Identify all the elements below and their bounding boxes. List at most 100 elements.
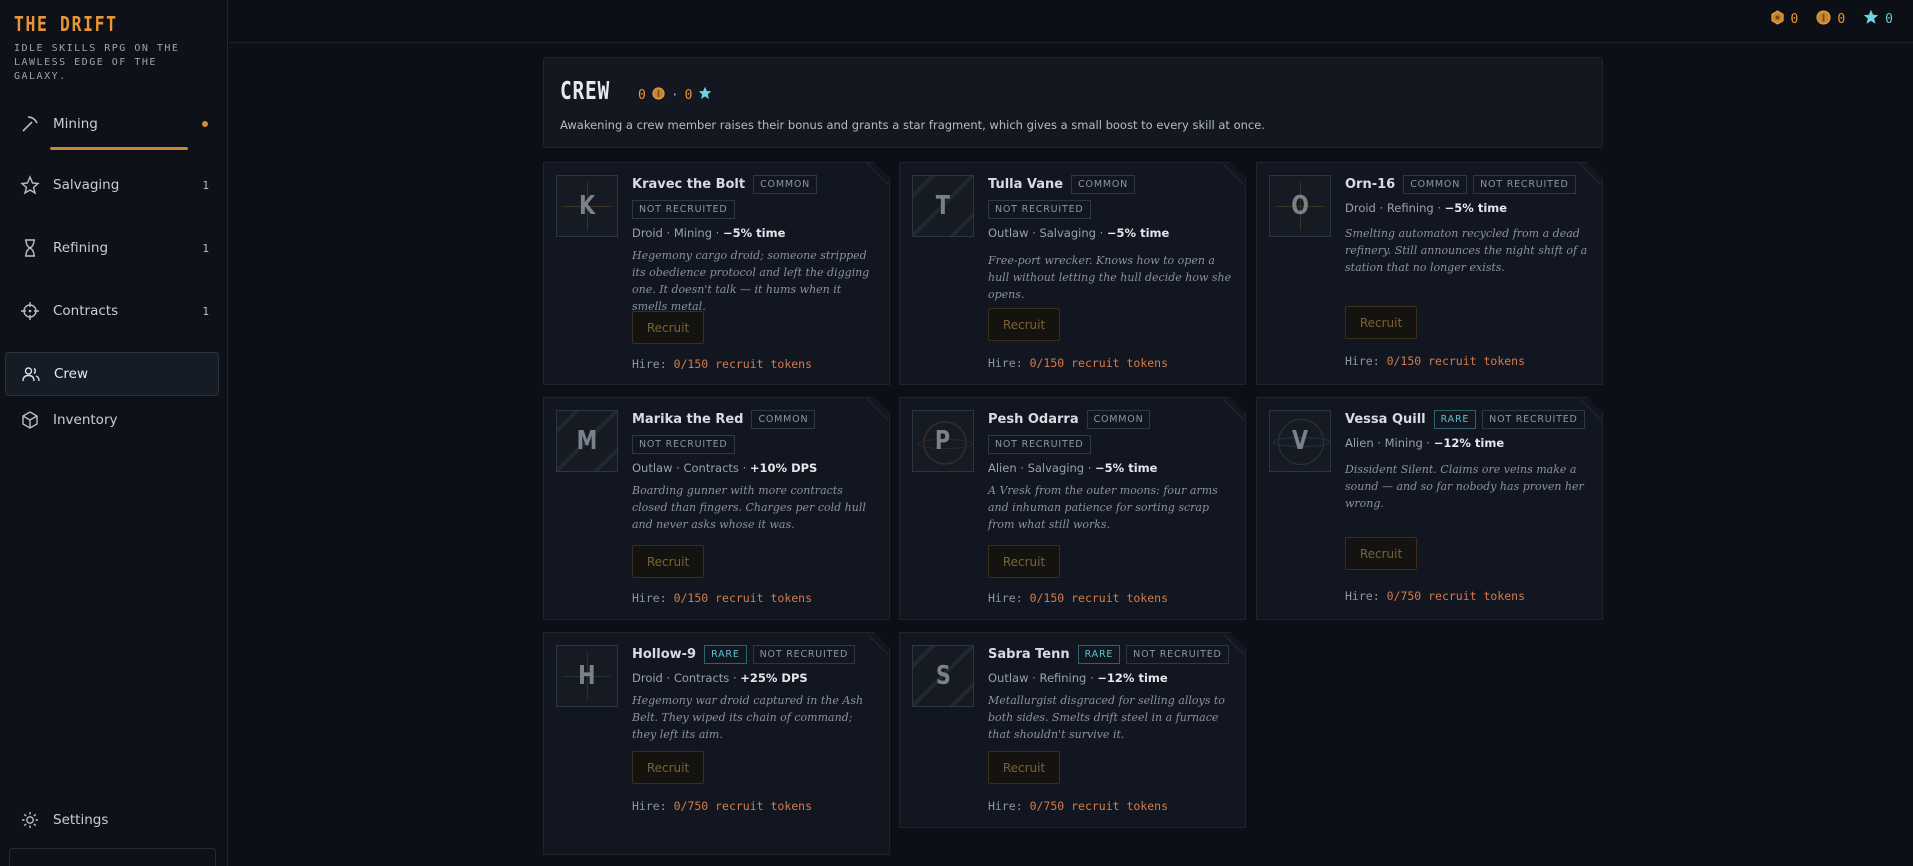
crosshair-icon (19, 300, 41, 322)
hire-cost: Hire: 0/750 recruit tokens (1345, 589, 1525, 603)
hire-value: 0/750 recruit tokens (673, 799, 813, 813)
status-badge: NOT RECRUITED (753, 645, 856, 664)
crew-card-sabra: S Sabra Tenn RARE NOT RECRUITED Outlaw ·… (899, 632, 1246, 828)
crew-description: Dissident Silent. Claims ore veins make … (1345, 463, 1584, 510)
hire-cost: Hire: 0/150 recruit tokens (632, 357, 812, 371)
rarity-badge: COMMON (753, 175, 817, 194)
crew-card-marika: M Marika the Red COMMON NOT RECRUITED Ou… (543, 397, 890, 620)
hire-label: Hire: (632, 591, 667, 605)
crew-role: Outlaw · Salvaging · (988, 226, 1107, 240)
crew-info: Hollow-9 RARE NOT RECRUITED Droid · Cont… (632, 645, 878, 743)
recruit-button[interactable]: Recruit (988, 545, 1060, 578)
crew-meta: Alien · Salvaging · −5% time (988, 461, 1234, 475)
crew-info: Marika the Red COMMON NOT RECRUITED Outl… (632, 410, 878, 533)
crew-meta: Droid · Refining · −5% time (1345, 201, 1591, 215)
crew-card-orn: O Orn-16 COMMON NOT RECRUITED Droid · Re… (1256, 162, 1603, 385)
hire-label: Hire: (988, 591, 1023, 605)
crew-bonus: −5% time (1106, 226, 1170, 240)
crew-name: Sabra Tenn (988, 647, 1070, 662)
crew-bonus: +10% DPS (749, 461, 818, 475)
crew-role: Alien · Mining · (1345, 436, 1434, 450)
crew-avatar: O (1269, 175, 1331, 237)
crew-bonus: −5% time (1095, 461, 1158, 475)
sidebar-item-label: Settings (53, 812, 109, 828)
sidebar-item-refining[interactable]: Refining 1 (5, 226, 219, 270)
page-title: CREW (560, 76, 611, 105)
avatar-initial: V (1291, 426, 1309, 456)
recruit-button[interactable]: Recruit (1345, 537, 1417, 570)
rarity-badge: COMMON (1071, 175, 1135, 194)
brand: THE DRIFT IDLE SKILLS RPG ON THE LAWLESS… (0, 0, 227, 84)
crew-info: Kravec the Bolt COMMON NOT RECRUITED Dro… (632, 175, 878, 315)
crew-meta: Outlaw · Contracts · +10% DPS (632, 461, 878, 475)
crew-role: Droid · Refining · (1345, 201, 1445, 215)
crew-name: Vessa Quill (1345, 412, 1426, 427)
recruit-button[interactable]: Recruit (632, 311, 704, 344)
rarity-badge: COMMON (1087, 410, 1151, 429)
hire-value: 0/150 recruit tokens (1029, 356, 1169, 370)
sidebar-item-count: 1 (202, 178, 209, 192)
crew-meta: Outlaw · Refining · −12% time (988, 671, 1234, 685)
hourglass-icon (19, 237, 41, 259)
hire-value: 0/750 recruit tokens (1029, 799, 1169, 813)
coin-icon (652, 86, 665, 104)
mining-progress-bar (50, 147, 188, 150)
recruit-button[interactable]: Recruit (632, 545, 704, 578)
hire-label: Hire: (1345, 354, 1380, 368)
crew-description: Free-port wrecker. Knows how to open a h… (988, 254, 1232, 301)
sidebar-item-label: Contracts (53, 303, 119, 319)
crew-meta: Alien · Mining · −12% time (1345, 436, 1591, 450)
sidebar-item-salvaging[interactable]: Salvaging 1 (5, 163, 219, 207)
crew-avatar: V (1269, 410, 1331, 472)
rarity-badge: RARE (1434, 410, 1477, 429)
crew-card-tulla: T Tulla Vane COMMON NOT RECRUITED Outlaw… (899, 162, 1246, 385)
crew-card-vessa: V Vessa Quill RARE NOT RECRUITED Alien ·… (1256, 397, 1603, 620)
crew-meta: Outlaw · Salvaging · −5% time (988, 226, 1234, 240)
crew-role: Alien · Salvaging · (988, 461, 1096, 475)
avatar-initial: H (578, 661, 596, 691)
star-fragment-count: 0 (684, 87, 693, 103)
hire-value: 0/150 recruit tokens (673, 357, 813, 371)
users-icon (20, 363, 42, 385)
crew-role: Droid · Contracts · (632, 671, 741, 685)
crew-description: Hegemony cargo droid; someone stripped i… (632, 249, 870, 313)
star-icon (698, 86, 712, 104)
crew-name: Tulla Vane (988, 177, 1064, 192)
sidebar-item-mining[interactable]: Mining (5, 102, 219, 146)
hire-label: Hire: (632, 357, 667, 371)
sidebar-item-contracts[interactable]: Contracts 1 (5, 289, 219, 333)
crew-role: Droid · Mining · (632, 226, 723, 240)
crew-description: Hegemony war droid captured in the Ash B… (632, 694, 864, 741)
crew-bonus: −5% time (1444, 201, 1508, 215)
recruit-button[interactable]: Recruit (1345, 306, 1417, 339)
crew-bonus: −12% time (1433, 436, 1505, 450)
recruit-button[interactable]: Recruit (988, 308, 1060, 341)
rarity-badge: RARE (704, 645, 747, 664)
crew-stats: 0 · 0 (638, 86, 712, 104)
sidebar-item-inventory[interactable]: Inventory (5, 398, 219, 442)
recruit-button[interactable]: Recruit (632, 751, 704, 784)
crew-name: Marika the Red (632, 412, 744, 427)
crew-name: Hollow-9 (632, 647, 697, 662)
currency-display: 0 0 0 (1770, 9, 1893, 29)
crew-avatar: P (912, 410, 974, 472)
hire-cost: Hire: 0/150 recruit tokens (988, 591, 1168, 605)
crew-info: Pesh Odarra COMMON NOT RECRUITED Alien ·… (988, 410, 1234, 533)
avatar-initial: S (935, 661, 951, 691)
crew-meta: Droid · Mining · −5% time (632, 226, 878, 240)
crew-avatar: K (556, 175, 618, 237)
avatar-initial: P (935, 426, 951, 456)
sidebar-item-settings[interactable]: Settings (5, 798, 219, 842)
currency-coins: 0 (1816, 9, 1845, 29)
crew-info: Sabra Tenn RARE NOT RECRUITED Outlaw · R… (988, 645, 1234, 743)
box-icon (19, 409, 41, 431)
currency-tokens: 0 (1770, 9, 1798, 29)
sidebar-item-label: Refining (53, 240, 109, 256)
recruit-button[interactable]: Recruit (988, 751, 1060, 784)
crew-avatar: H (556, 645, 618, 707)
status-badge: NOT RECRUITED (1473, 175, 1576, 194)
rarity-badge: COMMON (751, 410, 815, 429)
sidebar-item-crew[interactable]: Crew (5, 352, 219, 396)
avatar-initial: T (935, 191, 951, 221)
rarity-badge: COMMON (1403, 175, 1467, 194)
